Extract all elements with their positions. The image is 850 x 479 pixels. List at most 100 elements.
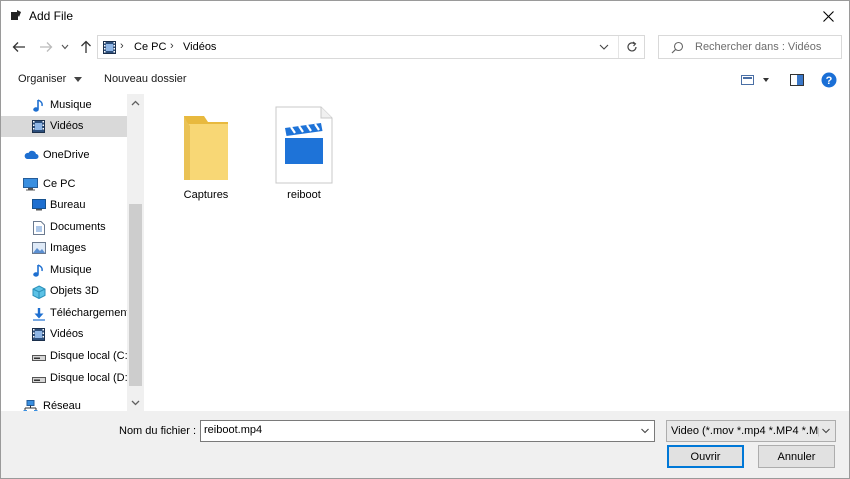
breadcrumb-videos[interactable]: Vidéos [183,41,216,53]
breadcrumb-separator[interactable]: › [120,40,124,52]
arrow-right-icon [40,42,53,52]
navigation-bar: › Ce PC › Vidéos Rechercher dans : Vidéo… [1,31,849,63]
sidebar-item-3d-objects[interactable]: Objets 3D [1,281,127,302]
help-button[interactable]: ? [821,72,837,91]
sidebar-item-onedrive[interactable]: OneDrive [1,145,127,166]
arrow-left-icon [12,42,25,52]
drive-icon [32,375,46,388]
sidebar-item-drive-c[interactable]: Disque local (C:) [1,346,131,367]
filetype-dropdown-arrow [821,426,831,436]
recent-locations-button[interactable] [59,39,71,55]
close-button[interactable] [805,1,849,31]
back-button[interactable] [10,39,28,55]
up-button[interactable] [77,39,95,55]
sidebar-item-videos-2[interactable]: Vidéos [1,324,127,345]
caret-down-icon [74,76,83,82]
sidebar-scrollbar[interactable] [127,94,144,411]
sidebar-item-label: Bureau [50,199,86,211]
sidebar-item-images[interactable]: Images [1,238,127,259]
organize-label: Organiser [18,73,67,85]
open-button[interactable]: Ouvrir [667,445,744,468]
music-icon [32,264,46,277]
sidebar-item-music[interactable]: Musique [1,95,127,116]
title-bar: Add File [1,1,849,31]
filename-label: Nom du fichier : [119,425,197,437]
sidebar-item-desktop[interactable]: Bureau [1,195,127,216]
filename-input[interactable] [204,424,624,436]
search-box[interactable]: Rechercher dans : Vidéos [658,35,842,59]
preview-pane-icon [790,74,804,86]
drive-icon [32,353,46,366]
forward-button[interactable] [37,39,55,55]
chevron-down-icon [131,400,140,405]
filetype-value: Video (*.mov *.mp4 *.MP4 *.Mp [671,425,819,437]
view-icon [741,75,769,85]
sidebar-item-label: Ce PC [43,178,76,190]
network-icon [23,400,38,411]
chevron-down-icon [61,44,69,50]
sidebar-item-label: Objets 3D [50,285,99,297]
sidebar-item-downloads[interactable]: Téléchargements [1,303,135,324]
file-list: Captures reiboot [144,94,849,411]
cube-icon [32,285,46,300]
file-item-captures[interactable]: Captures [168,106,244,206]
chevron-down-icon [641,428,649,434]
sidebar-item-label: Vidéos [50,120,84,132]
folder-icon [178,110,234,189]
search-placeholder: Rechercher dans : Vidéos [695,41,822,53]
filetype-select[interactable]: Video (*.mov *.mp4 *.MP4 *.Mp [666,420,836,442]
organize-menu[interactable]: Organiser [18,73,83,85]
file-name: Captures [183,189,229,201]
sidebar-item-this-pc[interactable]: Ce PC [1,174,127,195]
file-dialog: Add File › Ce PC › Vidéos Rechercher dan… [0,0,850,479]
sidebar-item-videos[interactable]: Vidéos [1,116,127,137]
sidebar-item-label: Vidéos [50,328,84,340]
music-icon [32,99,46,112]
new-folder-button[interactable]: Nouveau dossier [104,73,187,85]
refresh-button[interactable] [618,36,644,58]
video-icon [32,120,46,133]
arrow-up-icon [81,40,91,53]
image-icon [32,242,46,255]
download-icon [32,307,46,321]
sidebar-item-label: Images [50,242,87,254]
address-history-dropdown[interactable] [598,41,610,53]
address-bar[interactable]: › Ce PC › Vidéos [97,35,645,59]
window-title: Add File [29,9,74,23]
search-icon [671,41,684,54]
preview-pane-button[interactable] [789,73,805,90]
view-options-button[interactable] [741,74,771,89]
sidebar-item-label: Réseau [43,400,81,411]
filename-history-dropdown[interactable] [640,426,650,436]
sidebar-item-label: Musique [50,99,92,111]
filename-field[interactable] [200,420,655,442]
help-icon: ? [821,72,837,88]
document-icon [33,221,47,235]
bottom-panel: Nom du fichier : Video (*.mov *.mp4 *.MP… [1,411,849,478]
file-item-reiboot[interactable]: reiboot [266,106,342,206]
chevron-down-icon [599,44,609,50]
chevron-up-icon [131,100,140,105]
navigation-pane: Musique Vidéos OneDrive Ce PC Bureau Doc… [1,94,144,411]
scroll-down-button[interactable] [127,394,144,411]
sidebar-item-label: Disque local (D:) [50,372,132,384]
app-icon [10,9,22,21]
sidebar-item-documents[interactable]: Documents [1,217,127,238]
breadcrumb-separator[interactable]: › [170,40,174,52]
sidebar-item-music-2[interactable]: Musique [1,260,127,281]
sidebar-item-label: OneDrive [43,149,90,161]
refresh-icon [626,41,637,52]
sidebar-item-drive-d[interactable]: Disque local (D:) [1,368,131,389]
cloud-icon [23,149,39,162]
file-name: reiboot [287,189,321,201]
scroll-up-button[interactable] [127,94,144,111]
scroll-thumb[interactable] [129,204,142,386]
sidebar-item-label: Téléchargements [50,307,135,319]
chevron-down-icon [822,428,830,434]
desktop-icon [32,199,46,212]
breadcrumb-this-pc[interactable]: Ce PC [134,41,166,53]
video-folder-icon [103,41,116,54]
sidebar-item-network[interactable]: Réseau [1,396,127,411]
cancel-button[interactable]: Annuler [758,445,835,468]
computer-icon [23,178,38,191]
